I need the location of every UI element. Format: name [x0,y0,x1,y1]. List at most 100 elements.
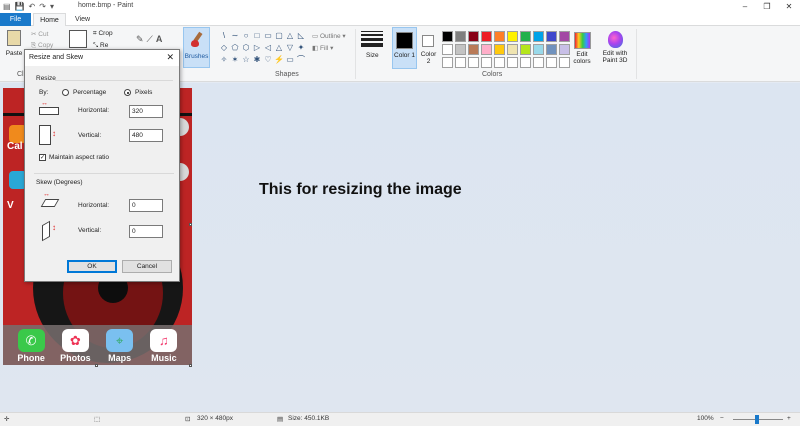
shape-icon[interactable]: ◺ [296,30,306,41]
palette-color-swatch[interactable] [533,31,544,42]
percentage-radio[interactable] [62,89,69,96]
resize-vertical-input[interactable]: 480 [129,129,163,142]
palette-color-swatch[interactable] [520,57,531,68]
palette-color-swatch[interactable] [507,44,518,55]
pixels-label[interactable]: Pixels [135,89,152,96]
shape-icon[interactable]: ▭ [285,54,295,65]
shape-icon[interactable]: △ [274,42,284,53]
pixels-radio[interactable] [124,89,131,96]
tab-view[interactable]: View [66,13,99,26]
palette-color-swatch[interactable] [559,57,570,68]
shape-icon[interactable]: ♡ [263,54,273,65]
cut-button[interactable]: ✂ Cut [31,30,48,38]
palette-color-swatch[interactable] [468,57,479,68]
palette-color-swatch[interactable] [442,31,453,42]
shapes-gallery[interactable]: \ ∼ ○ □ ▭ ▢ △ ◺ ◇ ⬠ ⬡ ▷ ◁ △ ▽ ✦ ✧ ✶ ☆ ✱ ♡ ⚡ ▭ ⌒ [219,30,305,66]
palette-color-swatch[interactable] [455,57,466,68]
paste-button[interactable]: Paste [3,30,25,68]
palette-color-swatch[interactable] [494,44,505,55]
minimize-button[interactable]: – [734,0,756,13]
shape-icon[interactable]: ▽ [285,42,295,53]
skew-vertical-input[interactable]: 0 [129,225,163,238]
palette-color-swatch[interactable] [559,44,570,55]
shape-icon[interactable]: ⌒ [296,54,306,65]
palette-color-swatch[interactable] [481,44,492,55]
ok-button[interactable]: OK [67,260,117,273]
resize-horizontal-input[interactable]: 320 [129,105,163,118]
shape-icon[interactable]: ✶ [230,54,240,65]
shape-icon[interactable]: ✧ [219,54,229,65]
outline-button[interactable]: ▭ Outline ▾ [312,31,346,43]
palette-color-swatch[interactable] [520,44,531,55]
zoom-out-button[interactable]: − [720,415,724,422]
pencil-icon[interactable]: ✎ [136,34,147,44]
palette-color-swatch[interactable] [520,31,531,42]
maximize-button[interactable]: ❐ [756,0,778,13]
brushes-button[interactable]: Brushes [183,27,210,68]
palette-color-swatch[interactable] [494,31,505,42]
shape-icon[interactable]: ☆ [241,54,251,65]
shape-icon[interactable]: ▷ [252,42,262,53]
palette-color-swatch[interactable] [468,44,479,55]
shape-icon[interactable]: ▢ [274,30,284,41]
resize-handle-right[interactable] [189,223,192,226]
resize-handle-bottom[interactable] [95,364,98,367]
shape-icon[interactable]: ∼ [230,30,240,41]
maintain-aspect-checkbox[interactable]: ✓ [39,154,46,161]
edit-with-paint3d-button[interactable]: Edit with Paint 3D [598,30,632,64]
close-button[interactable]: ✕ [778,0,800,13]
customize-icon[interactable]: ▾ [50,0,54,13]
palette-color-swatch[interactable] [507,31,518,42]
palette-color-swatch[interactable] [533,44,544,55]
color2-button[interactable]: Color 2 [419,27,438,69]
shape-icon[interactable]: \ [219,30,229,41]
redo-icon[interactable]: ↷ [39,0,46,13]
palette-color-swatch[interactable] [546,57,557,68]
palette-color-swatch[interactable] [455,44,466,55]
edit-colors-button[interactable]: Edit colors [571,30,593,65]
palette-color-swatch[interactable] [533,57,544,68]
palette-color-swatch[interactable] [559,31,570,42]
palette-color-swatch[interactable] [481,31,492,42]
palette-color-swatch[interactable] [455,31,466,42]
text-icon[interactable]: A [156,34,166,44]
maintain-aspect-label[interactable]: Maintain aspect ratio [49,154,109,161]
shape-icon[interactable]: ⬠ [230,42,240,53]
palette-color-swatch[interactable] [442,57,453,68]
shape-icon[interactable]: ▭ [263,30,273,41]
palette-color-swatch[interactable] [494,57,505,68]
size-button[interactable] [361,31,383,49]
color-picker-icon[interactable]: ⟋ [147,34,156,44]
palette-color-swatch[interactable] [507,57,518,68]
resize-handle-corner[interactable] [189,364,192,367]
zoom-in-button[interactable]: + [787,415,791,422]
shape-icon[interactable]: △ [285,30,295,41]
palette-color-swatch[interactable] [546,44,557,55]
shape-icon[interactable]: ✱ [252,54,262,65]
tab-file[interactable]: File [0,13,31,26]
palette-color-swatch[interactable] [442,44,453,55]
color1-button[interactable]: Color 1 [392,27,417,69]
palette-color-swatch[interactable] [468,31,479,42]
cancel-button[interactable]: Cancel [122,260,172,273]
shape-icon[interactable]: □ [252,30,262,41]
shape-icon[interactable]: ⚡ [274,54,284,65]
fill-button[interactable]: ◧ Fill ▾ [312,43,346,55]
zoom-slider-thumb[interactable] [755,415,759,424]
file-size-icon: ▤ [277,416,284,423]
shape-icon[interactable]: ◁ [263,42,273,53]
percentage-label[interactable]: Percentage [73,89,106,96]
select-button[interactable] [69,30,87,48]
palette-color-swatch[interactable] [546,31,557,42]
shape-icon[interactable]: ◇ [219,42,229,53]
shape-icon[interactable]: ✦ [296,42,306,53]
crop-button[interactable]: ⌗ Crop [93,30,113,38]
undo-icon[interactable]: ↶ [29,0,36,13]
tab-home[interactable]: Home [33,13,66,27]
skew-horizontal-input[interactable]: 0 [129,199,163,212]
shape-icon[interactable]: ○ [241,30,251,41]
save-icon[interactable]: 💾 [15,0,25,13]
dialog-close-button[interactable]: ✕ [166,52,174,63]
shape-icon[interactable]: ⬡ [241,42,251,53]
palette-color-swatch[interactable] [481,57,492,68]
